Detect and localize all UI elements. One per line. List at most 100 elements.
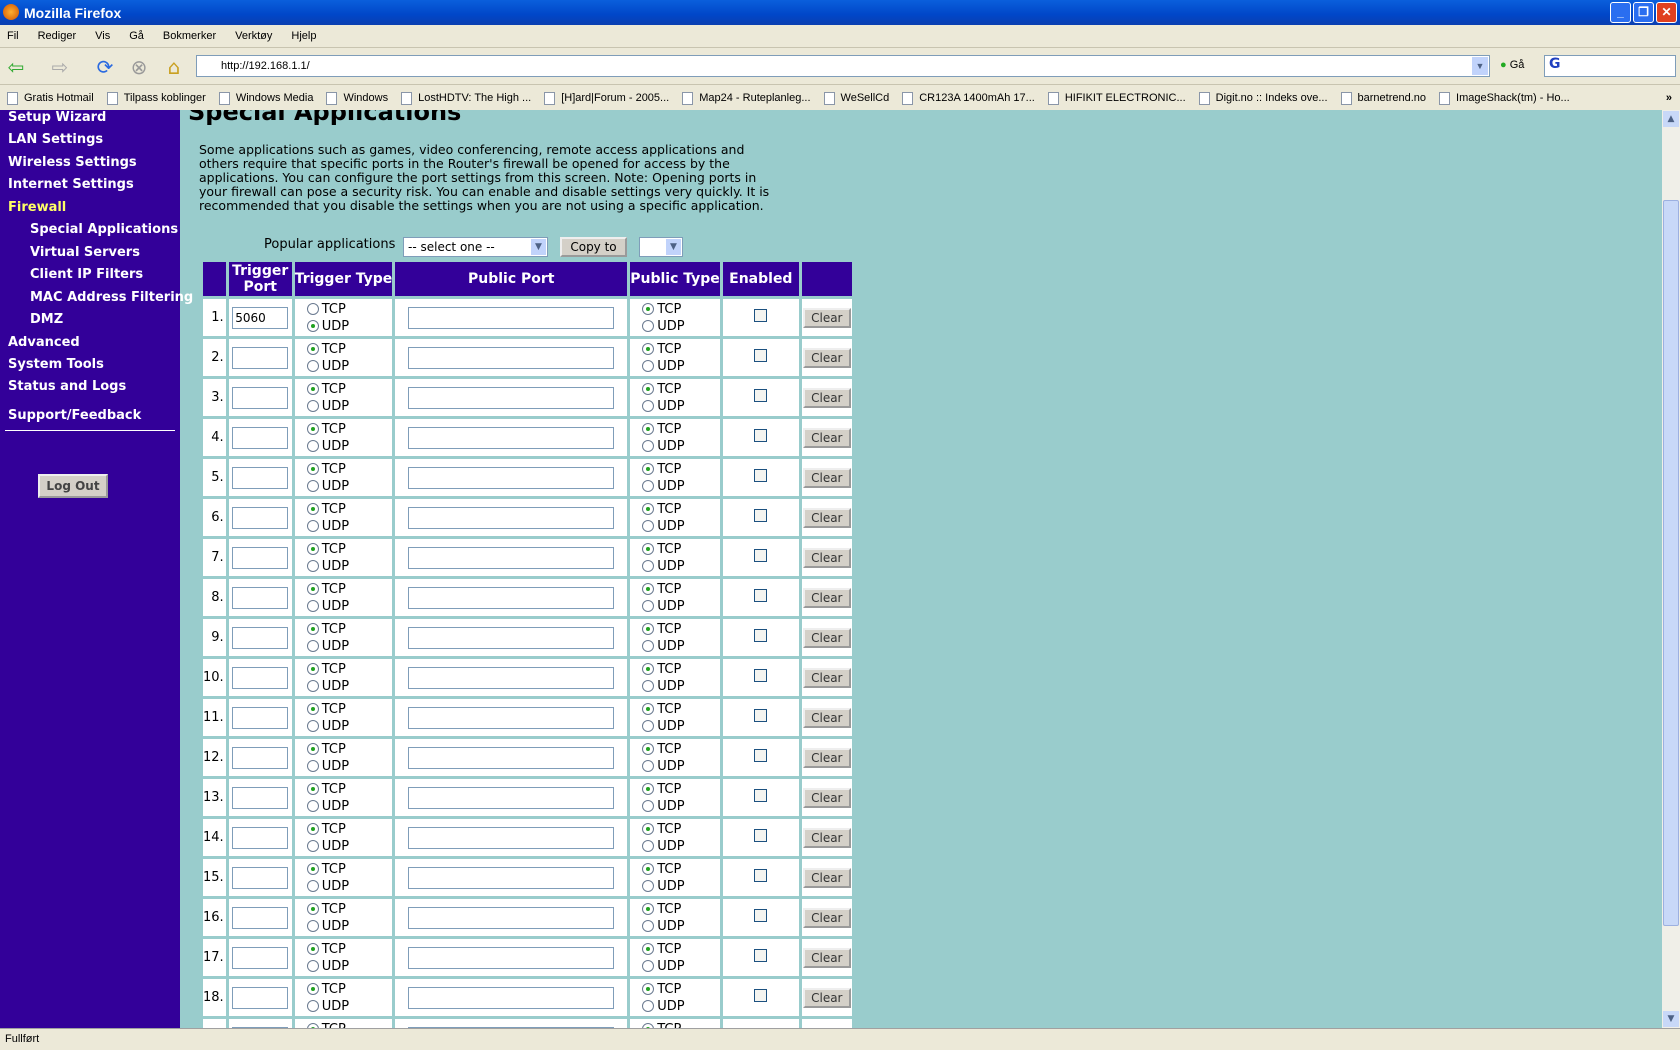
sidebar-item-lan-settings[interactable]: LAN Settings — [8, 132, 103, 147]
radio-icon[interactable] — [306, 823, 319, 835]
public-port-input[interactable] — [408, 746, 615, 769]
sidebar-item-virtual-servers[interactable]: Virtual Servers — [30, 245, 140, 260]
public-type-tcp-radio[interactable]: TCP — [642, 821, 720, 838]
clear-button[interactable]: Clear — [802, 867, 851, 888]
enabled-checkbox[interactable] — [754, 909, 768, 922]
url-input[interactable]: http://192.168.1.1/ ▼ — [196, 55, 1490, 77]
menu-item[interactable]: Rediger — [38, 30, 77, 42]
radio-icon[interactable] — [642, 383, 655, 395]
sidebar-item-advanced[interactable]: Advanced — [8, 335, 80, 350]
restore-button[interactable]: ❐ — [1633, 2, 1654, 23]
public-type-udp-radio[interactable]: UDP — [642, 438, 720, 455]
sidebar-item-support-feedback[interactable]: Support/Feedback — [8, 408, 141, 423]
radio-icon[interactable] — [306, 783, 319, 795]
back-icon[interactable]: ⇦ — [4, 56, 28, 78]
trigger-port-input[interactable] — [232, 666, 289, 689]
go-button[interactable]: ● Gå — [1500, 59, 1524, 71]
radio-icon[interactable] — [306, 560, 319, 572]
radio-icon[interactable] — [642, 440, 655, 452]
trigger-type-udp-radio[interactable]: UDP — [306, 998, 393, 1015]
enabled-checkbox[interactable] — [754, 589, 768, 602]
radio-icon[interactable] — [306, 463, 319, 475]
radio-icon[interactable] — [642, 720, 655, 732]
radio-icon[interactable] — [642, 303, 655, 315]
clear-button[interactable]: Clear — [802, 307, 851, 328]
enabled-checkbox[interactable] — [754, 549, 768, 562]
enabled-checkbox[interactable] — [754, 829, 768, 842]
public-port-input[interactable] — [408, 906, 615, 929]
trigger-type-tcp-radio[interactable]: TCP — [306, 341, 393, 358]
public-type-tcp-radio[interactable]: TCP — [642, 781, 720, 798]
radio-icon[interactable] — [642, 663, 655, 675]
trigger-port-input[interactable] — [232, 706, 289, 729]
radio-icon[interactable] — [306, 760, 319, 772]
public-port-input[interactable] — [408, 386, 615, 409]
trigger-port-input[interactable] — [232, 826, 289, 849]
copy-to-select[interactable]: ▼ — [639, 237, 683, 257]
radio-icon[interactable] — [642, 800, 655, 812]
public-type-udp-radio[interactable]: UDP — [642, 838, 720, 855]
clear-button[interactable]: Clear — [802, 987, 851, 1008]
trigger-port-input[interactable] — [232, 426, 289, 449]
trigger-type-tcp-radio[interactable]: TCP — [306, 861, 393, 878]
trigger-type-udp-radio[interactable]: UDP — [306, 478, 393, 495]
search-input[interactable]: G — [1544, 55, 1676, 77]
public-type-tcp-radio[interactable]: TCP — [642, 541, 720, 558]
trigger-type-udp-radio[interactable]: UDP — [306, 878, 393, 895]
sidebar-item-system-tools[interactable]: System Tools — [8, 357, 104, 372]
minimize-button[interactable]: _ — [1610, 2, 1631, 23]
bookmark-item[interactable]: ImageShack(tm) - Ho... — [1439, 91, 1570, 105]
menu-item[interactable]: Hjelp — [291, 30, 316, 42]
popular-applications-select[interactable]: -- select one -- ▼ — [403, 237, 548, 257]
public-type-udp-radio[interactable]: UDP — [642, 398, 720, 415]
public-type-udp-radio[interactable]: UDP — [642, 638, 720, 655]
trigger-type-udp-radio[interactable]: UDP — [306, 318, 393, 335]
public-port-input[interactable] — [408, 826, 615, 849]
chevron-more-icon[interactable]: » — [1666, 92, 1672, 104]
trigger-type-udp-radio[interactable]: UDP — [306, 918, 393, 935]
public-type-tcp-radio[interactable]: TCP — [642, 941, 720, 958]
public-type-tcp-radio[interactable]: TCP — [642, 701, 720, 718]
enabled-checkbox[interactable] — [754, 949, 768, 962]
radio-icon[interactable] — [306, 640, 319, 652]
public-port-input[interactable] — [408, 506, 615, 529]
url-dropdown-icon[interactable]: ▼ — [1472, 57, 1488, 75]
bookmark-item[interactable]: Digit.no :: Indeks ove... — [1198, 91, 1328, 105]
public-port-input[interactable] — [408, 426, 615, 449]
trigger-port-input[interactable] — [232, 346, 289, 369]
sidebar-item-firewall[interactable]: Firewall — [8, 200, 66, 215]
bookmark-item[interactable]: Tilpass koblinger — [106, 91, 206, 105]
trigger-port-input[interactable] — [232, 306, 289, 329]
bookmark-item[interactable]: CR123A 1400mAh 17... — [902, 91, 1035, 105]
enabled-checkbox[interactable] — [754, 989, 768, 1002]
radio-icon[interactable] — [306, 800, 319, 812]
radio-icon[interactable] — [306, 423, 319, 435]
bookmark-item[interactable]: Gratis Hotmail — [7, 91, 94, 105]
sidebar-item-special-applications[interactable]: Special Applications — [30, 222, 178, 237]
enabled-checkbox[interactable] — [754, 389, 768, 402]
radio-icon[interactable] — [306, 663, 319, 675]
radio-icon[interactable] — [642, 360, 655, 372]
radio-icon[interactable] — [642, 863, 655, 875]
public-type-tcp-radio[interactable]: TCP — [642, 341, 720, 358]
bookmark-item[interactable]: Map24 - Ruteplanleg... — [682, 91, 811, 105]
radio-icon[interactable] — [306, 503, 319, 515]
radio-icon[interactable] — [306, 480, 319, 492]
public-type-tcp-radio[interactable]: TCP — [642, 1021, 720, 1028]
public-type-udp-radio[interactable]: UDP — [642, 558, 720, 575]
forward-icon[interactable]: ⇨ — [48, 56, 72, 78]
radio-icon[interactable] — [642, 960, 655, 972]
trigger-type-tcp-radio[interactable]: TCP — [306, 781, 393, 798]
menu-item[interactable]: Verktøy — [235, 30, 272, 42]
trigger-type-udp-radio[interactable]: UDP — [306, 798, 393, 815]
radio-icon[interactable] — [306, 623, 319, 635]
radio-icon[interactable] — [642, 600, 655, 612]
radio-icon[interactable] — [306, 703, 319, 715]
clear-button[interactable]: Clear — [802, 747, 851, 768]
public-port-input[interactable] — [408, 466, 615, 489]
menu-item[interactable]: Gå — [129, 30, 144, 42]
radio-icon[interactable] — [642, 880, 655, 892]
menu-item[interactable]: Vis — [95, 30, 110, 42]
public-type-tcp-radio[interactable]: TCP — [642, 301, 720, 318]
clear-button[interactable]: Clear — [802, 787, 851, 808]
